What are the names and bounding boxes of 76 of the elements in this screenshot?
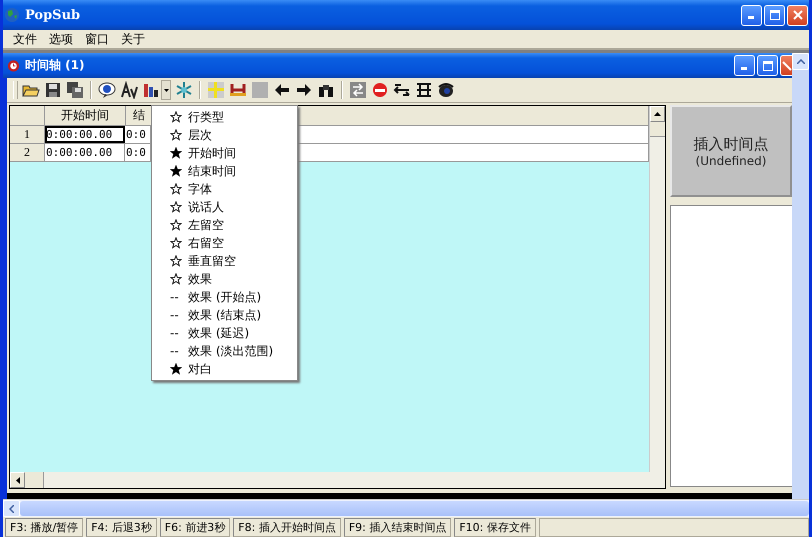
minimize-button[interactable] <box>734 55 755 76</box>
vertical-scrollbar[interactable] <box>792 53 809 499</box>
insert-time-point-button[interactable]: 插入时间点 (Undefined) <box>670 105 792 197</box>
right-arrow-icon[interactable] <box>295 81 313 99</box>
menu-item[interactable]: 关于 <box>115 30 151 48</box>
maximize-button[interactable] <box>757 55 778 76</box>
status-bar-panel: F4: 后退3秒 <box>86 518 157 537</box>
menu-item[interactable]: 层次 <box>152 126 297 144</box>
close-icon <box>782 60 792 70</box>
stop-icon[interactable] <box>371 81 389 99</box>
snowflake-icon[interactable] <box>175 81 193 99</box>
maximize-icon <box>770 10 780 20</box>
menu-item[interactable]: 字体 <box>152 180 297 198</box>
menu-item[interactable]: 对白 <box>152 360 297 378</box>
horizontal-scrollbar[interactable] <box>10 472 665 488</box>
scroll-left-button[interactable] <box>3 500 20 517</box>
menu-item[interactable]: 选项 <box>43 30 79 48</box>
menu-item[interactable]: 说话人 <box>152 198 297 216</box>
menu-item[interactable]: 文件 <box>7 30 43 48</box>
menu-item[interactable]: -- 效果 (淡出范围) <box>152 342 297 360</box>
menu-item[interactable]: 垂直留空 <box>152 252 297 270</box>
menu-item[interactable]: 效果 <box>152 270 297 288</box>
table-cell[interactable]: 0:00:00.00 <box>45 144 125 161</box>
maximize-button[interactable] <box>764 4 785 26</box>
alarm-clock-icon <box>7 59 20 72</box>
globe-icon <box>4 7 20 23</box>
scroll-thumb[interactable] <box>650 122 665 137</box>
menu-item[interactable]: 左留空 <box>152 216 297 234</box>
info-icon[interactable] <box>98 81 116 99</box>
vertical-scrollbar[interactable] <box>649 106 665 472</box>
swap-icon[interactable] <box>349 81 367 99</box>
scroll-thumb[interactable] <box>20 501 809 516</box>
status-bar-panel: F9: 插入结束时间点 <box>344 518 452 537</box>
menu-item[interactable]: 行类型 <box>152 108 297 126</box>
grid-lines-icon[interactable] <box>415 81 433 99</box>
status-bar-panel: F8: 插入开始时间点 <box>233 518 341 537</box>
horizontal-scrollbar[interactable] <box>3 499 809 517</box>
bracket-icon[interactable] <box>229 81 247 99</box>
child-window-title: 时间轴 (1) <box>25 57 84 74</box>
cross-marker-icon[interactable] <box>207 81 225 99</box>
up-arrow-icon <box>654 112 661 116</box>
save-icon[interactable] <box>44 81 62 99</box>
scroll-up-button[interactable] <box>792 53 809 70</box>
save-all-icon[interactable] <box>66 81 84 99</box>
menu-item[interactable]: 结束时间 <box>152 162 297 180</box>
left-chevron-icon <box>9 504 14 512</box>
dropdown-caret-button[interactable] <box>161 80 171 100</box>
status-bar-panel: F3: 播放/暂停 <box>5 518 84 537</box>
close-button[interactable] <box>787 4 808 26</box>
row-number: 1 <box>10 126 45 143</box>
up-chevron-icon <box>796 59 804 64</box>
shift-lines-icon[interactable] <box>393 81 411 99</box>
bar-columns-icon[interactable] <box>142 81 160 99</box>
window-title: PopSub <box>25 8 80 22</box>
scroll-up-button[interactable] <box>650 106 665 122</box>
menu-item[interactable]: -- 效果 (结束点) <box>152 306 297 324</box>
menu-item[interactable]: 开始时间 <box>152 144 297 162</box>
column-header[interactable]: 开始时间 <box>45 106 126 125</box>
spell-check-icon[interactable] <box>120 81 138 99</box>
status-bar-panel: F10: 保存文件 <box>454 518 536 537</box>
scroll-thumb[interactable] <box>25 472 44 488</box>
menu-item[interactable]: -- 效果 (开始点) <box>152 288 297 306</box>
minimize-button[interactable] <box>741 4 762 26</box>
eye-icon[interactable] <box>437 81 455 99</box>
maximize-icon <box>762 60 772 70</box>
row-number: 2 <box>10 144 45 161</box>
menu-item[interactable]: 右留空 <box>152 234 297 252</box>
menu-item[interactable]: -- 效果 (延迟) <box>152 324 297 342</box>
table-cell[interactable]: 0:00:00.00 <box>45 126 125 143</box>
close-button[interactable] <box>780 55 792 76</box>
caret-icon <box>164 88 168 92</box>
close-icon <box>792 10 802 20</box>
menu-item[interactable]: 窗口 <box>79 30 115 48</box>
status-bar-panel: F6: 前进3秒 <box>160 518 230 537</box>
scroll-left-button[interactable] <box>10 472 25 488</box>
left-arrow-icon <box>16 476 20 484</box>
